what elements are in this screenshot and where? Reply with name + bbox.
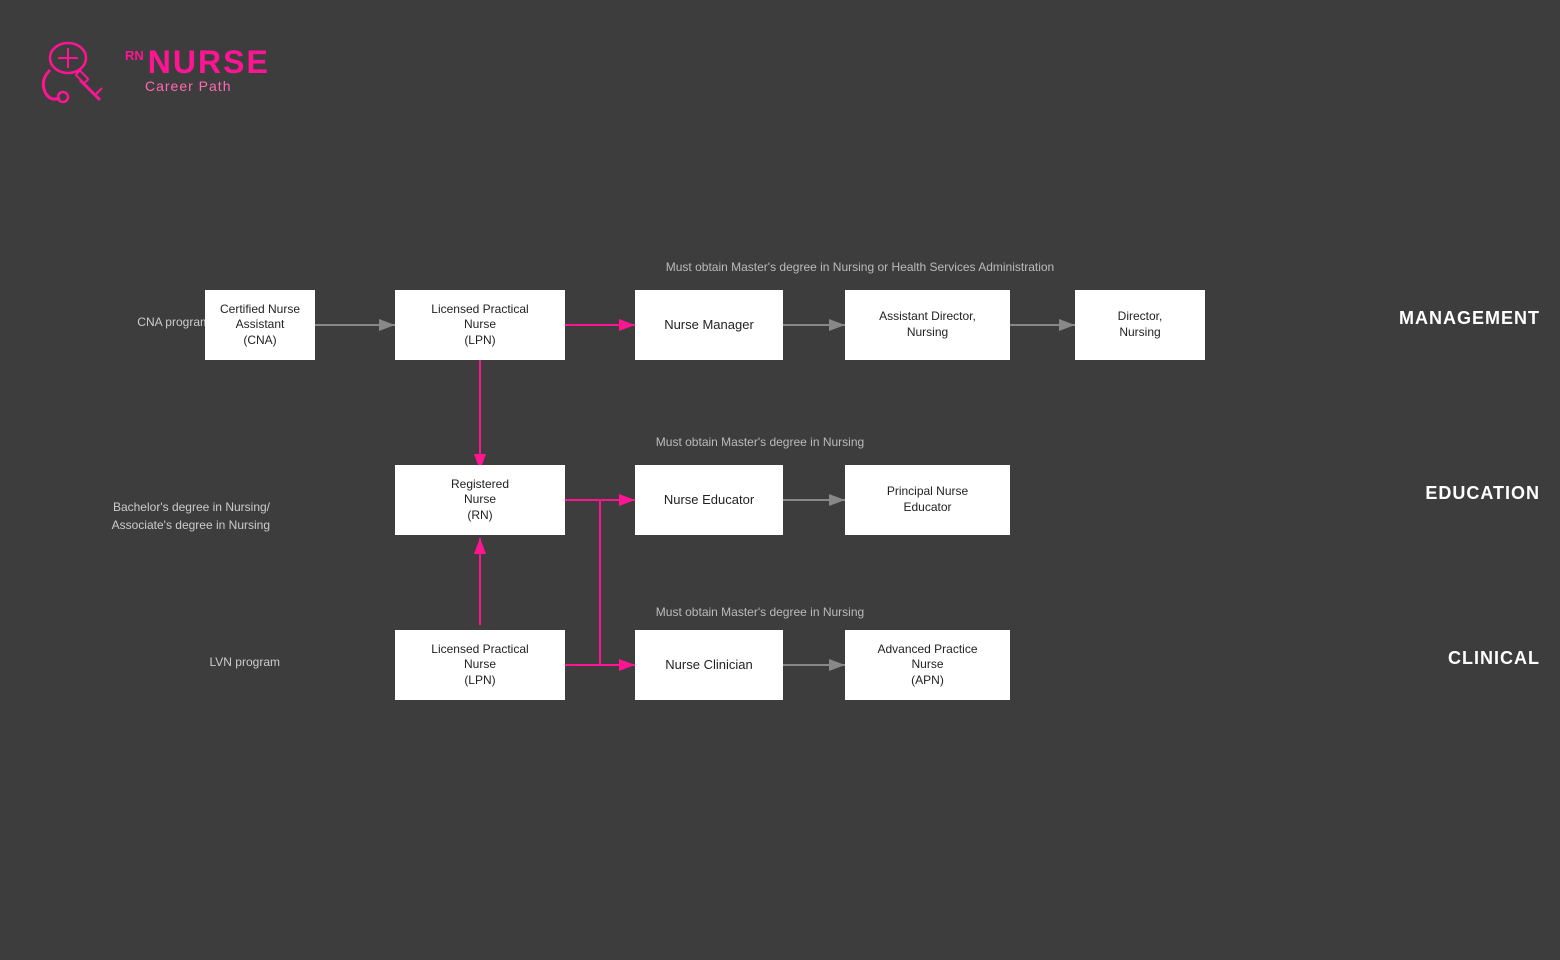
director-nursing-node: Director, Nursing	[1075, 290, 1205, 360]
nurse-logo-icon	[30, 30, 110, 110]
apn-node: Advanced Practice Nurse (APN)	[845, 630, 1010, 700]
management-category: MANAGEMENT	[1399, 308, 1540, 329]
career-path-label: Career Path	[145, 78, 270, 94]
clinical-note: Must obtain Master's degree in Nursing	[560, 605, 960, 619]
diagram-arrows	[0, 160, 1560, 960]
rn-node: Registered Nurse (RN)	[395, 465, 565, 535]
cna-node: Certified Nurse Assistant (CNA)	[205, 290, 315, 360]
bachelors-degree-label: Bachelor's degree in Nursing/ Associate'…	[60, 480, 270, 534]
education-note: Must obtain Master's degree in Nursing	[560, 435, 960, 449]
lpn-bottom-node: Licensed Practical Nurse (LPN)	[395, 630, 565, 700]
career-diagram: Must obtain Master's degree in Nursing o…	[0, 160, 1560, 960]
nurse-educator-node: Nurse Educator	[635, 465, 783, 535]
management-note: Must obtain Master's degree in Nursing o…	[560, 260, 1160, 274]
logo: RN NURSE Career Path	[30, 30, 270, 110]
assistant-director-node: Assistant Director, Nursing	[845, 290, 1010, 360]
lpn-top-node: Licensed Practical Nurse (LPN)	[395, 290, 565, 360]
lvn-program-label: LVN program	[80, 655, 280, 669]
education-category: EDUCATION	[1425, 483, 1540, 504]
principal-nurse-educator-node: Principal Nurse Educator	[845, 465, 1010, 535]
nurse-clinician-node: Nurse Clinician	[635, 630, 783, 700]
nurse-label: NURSE	[148, 46, 270, 78]
clinical-category: CLINICAL	[1448, 648, 1540, 669]
rn-label: RN	[125, 48, 144, 63]
nurse-manager-node: Nurse Manager	[635, 290, 783, 360]
cna-program-label: CNA program	[80, 315, 210, 329]
